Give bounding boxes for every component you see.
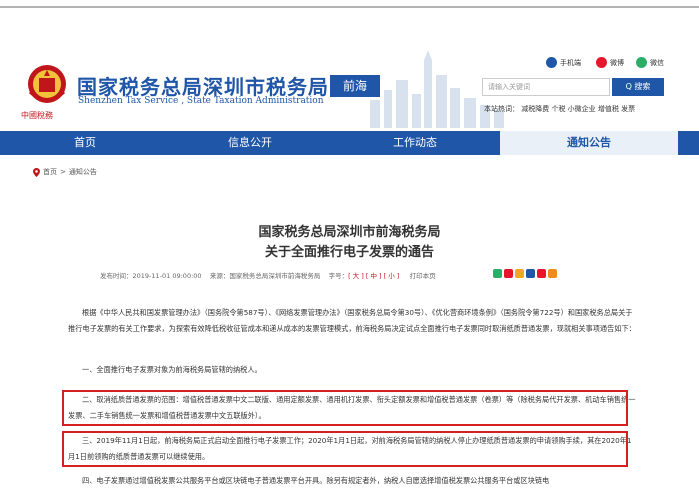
breadcrumb-home[interactable]: 首页: [43, 167, 57, 177]
article-title-line1: 国家税务总局深圳市前海税务局: [258, 225, 441, 240]
article-meta: 发布时间：2019-11-01 09:00:00 来源：国家税务总局深圳市前海税…: [100, 270, 436, 280]
nav-home[interactable]: 首页: [0, 131, 170, 155]
mobile-link[interactable]: 手机端: [546, 57, 581, 68]
highlight-box-1: [62, 390, 628, 426]
font-size-options[interactable]: [ 大 ] [ 中 ] [ 小 ]: [348, 272, 399, 280]
tax-emblem-icon: [28, 65, 66, 103]
article-paragraph-2: 一、全面推行电子发票对象为前海税务局管辖的纳税人。: [82, 365, 262, 374]
site-subtitle: Shenzhen Tax Service , State Taxation Ad…: [78, 96, 324, 106]
share-qq-icon[interactable]: [526, 269, 535, 278]
wechat-label: 微信: [650, 58, 664, 67]
share-icons: [493, 269, 557, 278]
font-size-label: 字号：: [328, 272, 349, 280]
weibo-label: 微博: [610, 58, 624, 67]
share-weibo-icon[interactable]: [504, 269, 513, 278]
article-title-line2: 关于全面推行电子发票的通告: [264, 245, 434, 260]
wechat-icon: [636, 57, 647, 68]
publish-date: 发布时间：2019-11-01 09:00:00: [100, 272, 202, 280]
top-divider: [0, 6, 699, 8]
search-input[interactable]: 请输入关键词: [482, 78, 610, 96]
article-paragraph-1: 根据《中华人民共和国发票管理办法》（国务院令第587号）、《网络发票管理办法》（…: [68, 308, 636, 333]
nav-info-disclosure[interactable]: 信息公开: [170, 131, 330, 155]
weibo-icon: [596, 57, 607, 68]
breadcrumb-separator: >: [60, 168, 66, 176]
share-more-icon[interactable]: [548, 269, 557, 278]
mobile-icon: [546, 57, 557, 68]
share-renren-icon[interactable]: [537, 269, 546, 278]
share-qzone-icon[interactable]: [515, 269, 524, 278]
search-button[interactable]: Q 搜索: [612, 78, 664, 96]
breadcrumb: 首页 > 通知公告: [33, 167, 97, 177]
article-source: 来源：国家税务总局深圳市前海税务局: [209, 272, 321, 280]
wechat-link[interactable]: 微信: [636, 57, 664, 68]
share-wechat-icon[interactable]: [493, 269, 502, 278]
breadcrumb-current[interactable]: 通知公告: [69, 167, 97, 177]
mobile-label: 手机端: [560, 58, 581, 67]
print-link[interactable]: 打印本页: [410, 272, 436, 280]
region-badge[interactable]: 前海: [330, 75, 380, 97]
main-nav: 首页 信息公开 工作动态 通知公告: [0, 131, 699, 155]
emblem-caption: 中國稅務: [21, 111, 53, 120]
article-paragraph-5: 四、电子发票通过增值税发票公共服务平台或区块链电子普通发票平台开具。除另有规定者…: [82, 476, 550, 485]
weibo-link[interactable]: 微博: [596, 57, 624, 68]
nav-work-news[interactable]: 工作动态: [330, 131, 500, 155]
location-pin-icon: [33, 167, 40, 177]
nav-notices[interactable]: 通知公告: [500, 131, 678, 155]
highlight-box-2: [62, 431, 628, 467]
hot-words[interactable]: 本站热词： 减税降费 个税 小微企业 增值税 发票: [484, 104, 635, 114]
